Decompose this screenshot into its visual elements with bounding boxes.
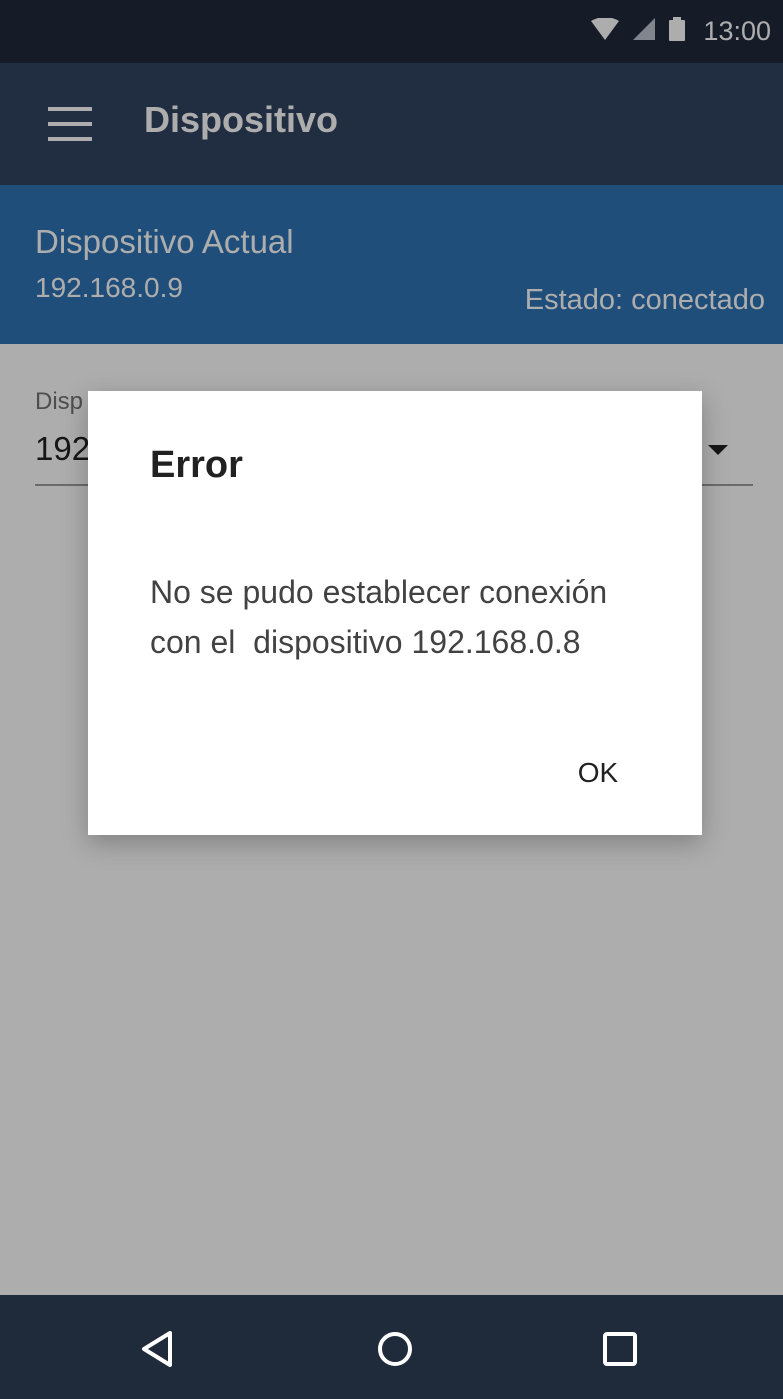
back-icon[interactable] [130, 1321, 186, 1377]
ok-button[interactable]: OK [558, 741, 638, 805]
home-icon[interactable] [367, 1321, 423, 1377]
recents-icon[interactable] [592, 1321, 648, 1377]
navigation-bar [0, 1295, 783, 1399]
dialog-title: Error [150, 444, 243, 486]
dialog-message: No se pudo establecer conexión con el di… [150, 574, 608, 660]
error-dialog: Error No se pudo establecer conexión con… [88, 391, 702, 835]
